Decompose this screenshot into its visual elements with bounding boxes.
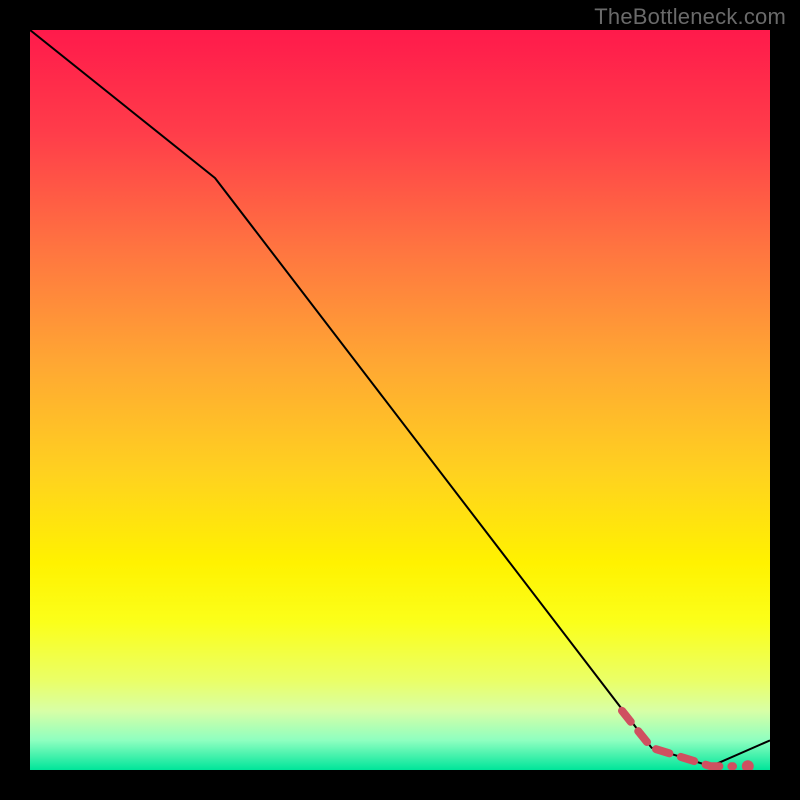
gradient-background: [30, 30, 770, 770]
plot-area: [30, 30, 770, 770]
chart-frame: TheBottleneck.com: [0, 0, 800, 800]
watermark-label: TheBottleneck.com: [594, 4, 786, 30]
chart-svg: [30, 30, 770, 770]
